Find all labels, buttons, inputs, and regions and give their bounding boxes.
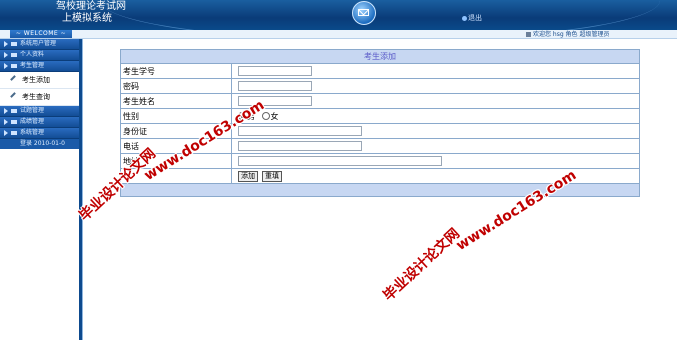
user-info-text: 欢迎您 hsg 角色 超级管理员 [533,31,610,38]
folder-icon [11,120,17,124]
chevron-right-icon [4,63,8,69]
user-info: 欢迎您 hsg 角色 超级管理员 [526,30,609,39]
sidebar-item-label: 考生添加 [22,76,50,84]
address-input[interactable] [238,156,442,166]
menu-label: 考生管理 [20,62,45,69]
pencil-icon [10,75,16,81]
menu-system[interactable]: 系统管理 [0,128,79,139]
menu-label: 系统管理 [20,129,45,136]
name-label: 考生姓名 [120,93,232,109]
student-no-input[interactable] [238,66,312,76]
mail-icon[interactable] [352,1,376,25]
app-title: 驾校理论考试网 上模拟系统 [56,1,126,25]
folder-icon [11,53,17,57]
sidebar-item-label: 考生查询 [22,93,50,101]
student-no-label: 考生学号 [120,63,232,79]
menu-questions[interactable]: 试题管理 [0,106,79,117]
app-title-line1: 驾校理论考试网 [56,1,126,12]
chevron-right-icon [4,130,8,136]
chevron-right-icon [4,119,8,125]
login-date: 登录 2010-01-0 [0,139,79,149]
password-label: 密码 [120,78,232,94]
logout-label: 退出 [468,14,482,22]
sidebar: 系统用户管理 个人资料 考生管理 考生添加 考生查询 试题管理 成绩管理 系统管… [0,39,82,340]
chevron-right-icon [4,52,8,58]
password-input[interactable] [238,81,312,91]
chevron-right-icon [4,108,8,114]
gender-label: 性别 [120,108,232,124]
menu-system-users[interactable]: 系统用户管理 [0,39,79,50]
sidebar-item-add-student[interactable]: 考生添加 [0,72,79,89]
phone-input[interactable] [238,141,362,151]
user-icon [526,32,531,37]
menu-students[interactable]: 考生管理 [0,61,79,72]
sidebar-item-query-student[interactable]: 考生查询 [0,89,79,106]
menu-label: 系统用户管理 [20,40,57,47]
welcome-tab: ~ WELCOME ~ [10,30,72,38]
folder-icon [11,131,17,135]
add-button[interactable]: 添加 [238,170,258,182]
pencil-icon [10,92,16,98]
menu-scores[interactable]: 成绩管理 [0,117,79,128]
chevron-right-icon [4,41,8,47]
logout-icon [462,15,467,21]
envelope-icon [358,9,369,16]
folder-icon [11,109,17,113]
logout-link[interactable]: 退出 [462,13,482,23]
app-header: 驾校理论考试网 上模拟系统 退出 [0,0,677,41]
id-card-input[interactable] [238,126,362,136]
menu-label: 个人资料 [20,51,45,58]
menu-label: 试题管理 [20,107,45,114]
app-title-line2: 上模拟系统 [62,13,112,24]
menu-label: 成绩管理 [20,118,45,125]
welcome-label: WELCOME [23,30,59,37]
menu-profile[interactable]: 个人资料 [0,50,79,61]
folder-icon [11,64,17,68]
form-title: 考生添加 [120,49,640,64]
folder-icon [11,42,17,46]
reset-button[interactable]: 重填 [262,170,282,182]
gender-female-label: 女 [270,111,279,121]
